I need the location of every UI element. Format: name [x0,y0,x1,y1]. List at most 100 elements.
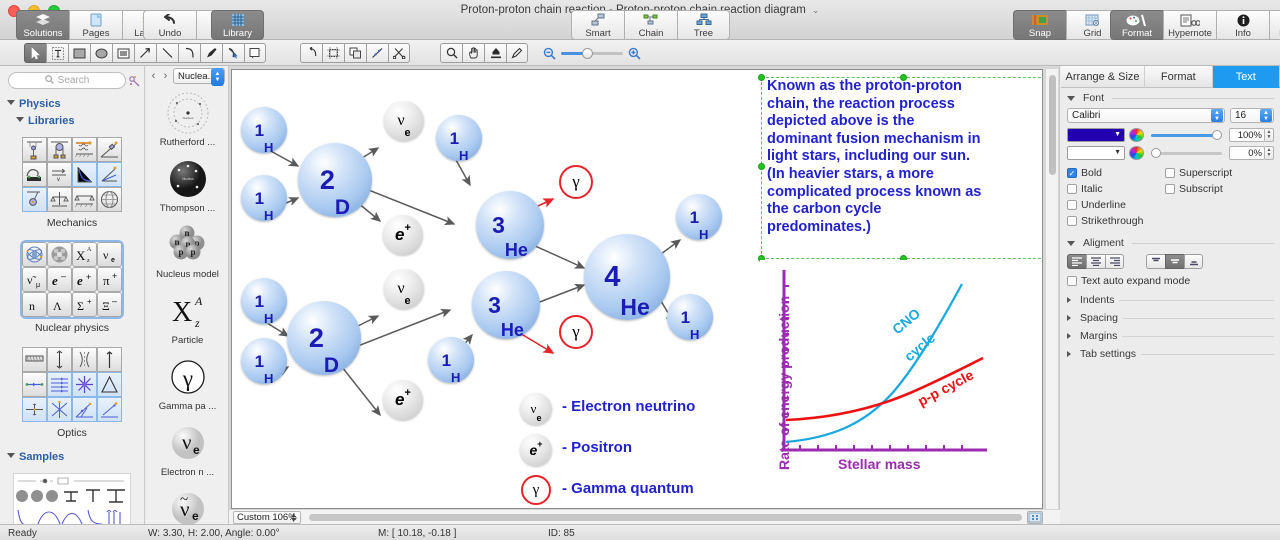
library-thumbnail-mechanics[interactable]: v [22,137,122,212]
stroke-opacity-stepper[interactable]: ▲▼ [1265,146,1274,160]
library-cell[interactable]: Ξ– [97,292,122,317]
library-cell[interactable] [97,162,122,187]
library-cell[interactable] [22,372,47,397]
particle-electron-neutrino[interactable]: νe [384,269,424,309]
nucleus-hydrogen-1[interactable]: 1H [241,278,287,324]
section-indents[interactable]: Indents [1061,291,1280,309]
nucleus-hydrogen-1[interactable]: 1H [667,294,713,340]
pen-tool[interactable] [200,43,222,63]
shape-item-thompson[interactable]: Nucleus Thompson ... [146,152,229,218]
font-size-select[interactable]: 16 ▲▼ [1230,108,1274,123]
library-cell[interactable] [22,397,47,422]
library-cell[interactable] [47,137,72,162]
italic-checkbox-row[interactable]: Italic [1067,183,1165,195]
library-cell[interactable] [72,397,97,422]
auto-expand-checkbox-row[interactable]: Text auto expand mode [1067,275,1274,287]
library-cell[interactable] [72,187,97,212]
library-cell[interactable] [72,137,97,162]
present-button[interactable]: Present [1269,10,1280,40]
align-middle-button[interactable] [1165,254,1184,269]
resize-handle-ne[interactable] [1042,74,1043,81]
library-cell[interactable] [47,397,72,422]
frame-tool[interactable] [112,43,134,63]
fill-tool[interactable] [484,43,506,63]
stroke-opacity-value[interactable]: 0% [1229,146,1265,160]
section-spacing[interactable]: Spacing [1061,309,1280,327]
library-cell[interactable] [47,372,72,397]
format-button[interactable]: Format [1110,10,1163,40]
nucleus-helium-3[interactable]: 3He [472,271,540,339]
library-cell[interactable] [72,162,97,187]
hypernote-button[interactable]: Hypernote [1163,10,1216,40]
text-fill-color-swatch[interactable]: ▼ [1067,128,1125,142]
font-section-header[interactable]: Font [1067,92,1274,104]
shape-item-nucleus-model[interactable]: n n p n p p Nucleus model [146,218,229,284]
italic-checkbox[interactable] [1067,184,1077,194]
library-cell[interactable]: Λ [47,292,72,317]
library-cell[interactable] [72,347,97,372]
fill-opacity-slider[interactable] [1151,134,1222,137]
library-cell[interactable]: π+ [97,267,122,292]
zoom-slider[interactable] [561,52,623,55]
library-cell[interactable] [97,372,122,397]
particle-electron-neutrino[interactable]: νe [384,101,424,141]
resize-handle-nw[interactable] [758,74,765,81]
line-tool[interactable] [156,43,178,63]
connector-tool[interactable] [366,43,388,63]
library-cell[interactable]: n [22,292,47,317]
align-center-button[interactable] [1086,254,1105,269]
nucleus-deuterium[interactable]: 2D [298,143,372,217]
text-stroke-color-swatch[interactable]: ▼ [1067,146,1125,160]
scissors-tool[interactable] [388,43,410,63]
canvas-vertical-scrollbar[interactable] [1045,69,1058,509]
subscript-checkbox[interactable] [1165,184,1175,194]
nucleus-hydrogen-1[interactable]: 1H [241,175,287,221]
align-top-button[interactable] [1146,254,1165,269]
font-size-stepper-icon[interactable]: ▲▼ [1260,109,1272,122]
library-thumbnail-optics[interactable] [22,347,122,422]
snap-button[interactable]: Snap [1013,10,1066,40]
section-tab-settings[interactable]: Tab settings [1061,345,1280,363]
rotate-tool[interactable] [300,43,322,63]
energy-production-chart[interactable]: Rate of energy production Stellar mass [760,260,1043,488]
chain-layout-button[interactable]: Chain [624,10,677,40]
library-cell[interactable] [22,242,47,267]
palette-stepper-icon[interactable]: ▲▼ [211,68,224,86]
zoom-stepper-icon[interactable]: ▲▼ [290,513,297,523]
hand-tool[interactable] [462,43,484,63]
canvas-area[interactable]: 1H 1H 2D νe e+ 1H 3He γ [229,66,1060,524]
pointer-tool[interactable] [24,43,46,63]
shape-item-rutherford[interactable]: Nucleus Rutherford ... [146,86,229,152]
library-cell[interactable] [47,187,72,212]
fill-opacity-value[interactable]: 100% [1229,128,1265,142]
search-input[interactable]: Search [8,72,126,89]
nucleus-hydrogen-1[interactable]: 1H [436,115,482,161]
nucleus-deuterium[interactable]: 2D [287,301,361,375]
crop-tool[interactable] [322,43,344,63]
section-margins[interactable]: Margins [1061,327,1280,345]
stroke-color-wheel-icon[interactable] [1129,146,1144,160]
solutions-button[interactable]: Solutions [16,10,69,40]
nucleus-hydrogen-1[interactable]: 1H [241,107,287,153]
slider-knob[interactable] [1212,130,1222,140]
library-cell[interactable]: Σ+ [72,292,97,317]
document-page[interactable]: 1H 1H 2D νe e+ 1H 3He γ [231,69,1043,509]
pages-button[interactable]: Pages [69,10,122,40]
text-tool[interactable] [46,43,68,63]
library-cell[interactable] [22,162,47,187]
scrollbar-thumb[interactable] [1049,75,1056,175]
sidebar-section-physics[interactable]: Physics [0,95,144,112]
align-bottom-button[interactable] [1184,254,1203,269]
align-right-button[interactable] [1105,254,1124,269]
particle-positron[interactable]: e+ [383,380,423,420]
zoom-in-icon[interactable] [628,47,641,60]
nucleus-hydrogen-1[interactable]: 1H [428,337,474,383]
fill-color-wheel-icon[interactable] [1129,128,1144,142]
superscript-checkbox[interactable] [1165,168,1175,178]
library-cell[interactable] [22,137,47,162]
library-cell[interactable] [97,347,122,372]
smart-layout-button[interactable]: Smart [571,10,624,40]
strikethrough-checkbox-row[interactable]: Strikethrough [1067,215,1165,227]
shape-item-electron-antineutrino[interactable]: ν ~ e Electron an ... [146,482,229,524]
library-cell[interactable]: v [47,162,72,187]
